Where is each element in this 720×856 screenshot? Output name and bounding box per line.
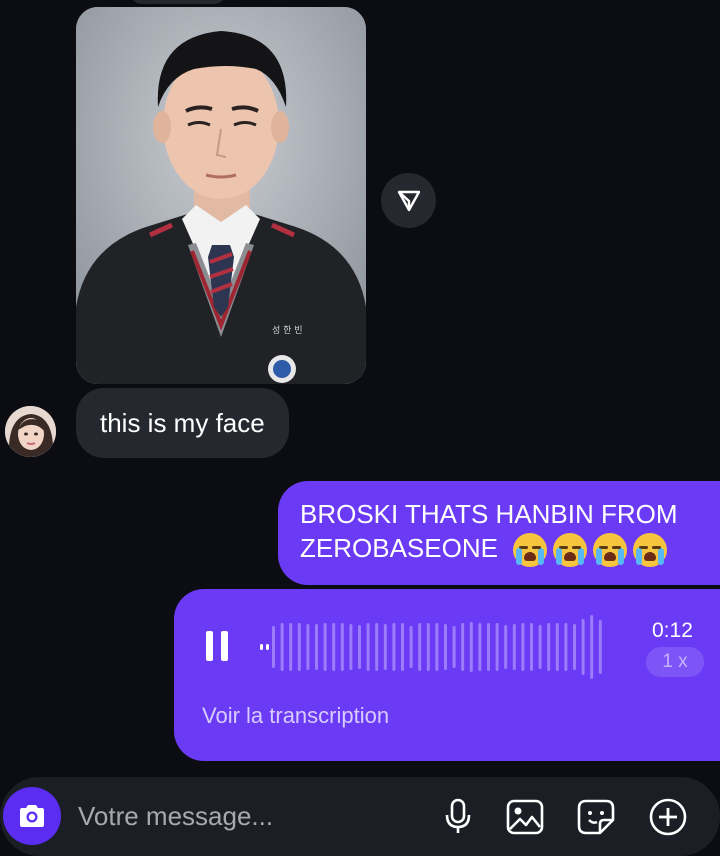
waveform-bar [469, 622, 473, 672]
send-icon [397, 190, 420, 211]
waveform-bar [444, 624, 447, 670]
waveform-bar [375, 623, 379, 671]
playback-speed-button[interactable]: 1 x [646, 647, 704, 677]
share-button[interactable] [381, 173, 436, 228]
message-composer [0, 777, 720, 856]
waveform-bar [590, 615, 594, 679]
gallery-button[interactable] [505, 797, 545, 837]
loudly-crying-face-icon [553, 533, 588, 568]
waveform-bar [547, 623, 551, 671]
name-tag: 성 한 빈 [272, 325, 303, 336]
portrait-photo: 성 한 빈 [76, 7, 366, 384]
sent-message-line-1: BROSKI THATS HANBIN FROM [300, 499, 678, 529]
sent-message-line-2: ZEROBASEONE [300, 533, 498, 563]
waveform-bar [306, 624, 310, 670]
waveform-bar [272, 626, 275, 668]
received-message-text: this is my face [100, 407, 265, 438]
waveform-bar [323, 623, 327, 671]
plus-icon [649, 798, 687, 836]
chat-screen: 성 한 빈 this is my face BROSKI THATS HANBI… [0, 0, 720, 856]
previous-message-edge [130, 0, 226, 4]
waveform-bar [598, 620, 602, 674]
voice-duration: 0:12 [652, 619, 693, 642]
waveform-bar [426, 623, 430, 671]
waveform-bar [504, 625, 508, 669]
waveform-bar [435, 623, 439, 671]
waveform-bar [266, 644, 269, 650]
waveform-bar [418, 623, 422, 671]
avatar[interactable] [5, 406, 56, 457]
photo-message[interactable]: 성 한 빈 [76, 7, 366, 384]
waveform-bar [332, 623, 336, 671]
view-transcript-link[interactable]: Voir la transcription [202, 703, 389, 729]
waveform-bar [461, 623, 465, 671]
waveform-bar [555, 623, 559, 671]
waveform-bar [512, 624, 516, 670]
waveform-bar [392, 623, 396, 671]
waveform-bar [409, 626, 413, 668]
waveform-bar [260, 644, 263, 650]
waveform-bar [315, 624, 318, 670]
waveform-bar [358, 625, 361, 669]
waveform-bar [289, 623, 293, 671]
waveform-bar [487, 623, 490, 671]
waveform-bar [340, 623, 344, 671]
waveform-bar [452, 626, 456, 668]
message-input[interactable] [78, 796, 418, 836]
waveform-bar [564, 623, 568, 671]
camera-icon [20, 805, 44, 827]
sent-message[interactable]: BROSKI THATS HANBIN FROM ZEROBASEONE [278, 481, 720, 585]
waveform-bar [495, 623, 499, 671]
sticker-button[interactable] [576, 797, 616, 837]
loudly-crying-face-icon [633, 533, 668, 568]
waveform-bar [521, 623, 525, 671]
gallery-icon [506, 799, 544, 835]
loudly-crying-face-icon [593, 533, 628, 568]
waveform-bar [366, 623, 370, 671]
waveform-bar [478, 623, 482, 671]
loudly-crying-face-icon [513, 533, 548, 568]
received-message[interactable]: this is my face [76, 388, 289, 458]
waveform-bar [538, 625, 542, 669]
avatar-image [5, 406, 56, 457]
microphone-icon [445, 798, 471, 833]
camera-button[interactable] [3, 787, 61, 845]
waveform-bar [297, 623, 301, 671]
sticker-icon [577, 799, 615, 835]
more-options-button[interactable] [648, 797, 688, 837]
waveform-bar [349, 624, 353, 670]
voice-message[interactable]: 0:12 1 x Voir la transcription [174, 589, 720, 761]
waveform-bar [383, 624, 387, 670]
waveform-bar [401, 623, 404, 671]
waveform-bar [530, 623, 533, 671]
pause-icon[interactable] [206, 631, 228, 661]
waveform-bar [581, 619, 585, 675]
waveform-bar [280, 623, 284, 671]
waveform-bar [573, 624, 576, 670]
voice-waveform[interactable] [256, 607, 636, 687]
microphone-button[interactable] [438, 797, 478, 837]
